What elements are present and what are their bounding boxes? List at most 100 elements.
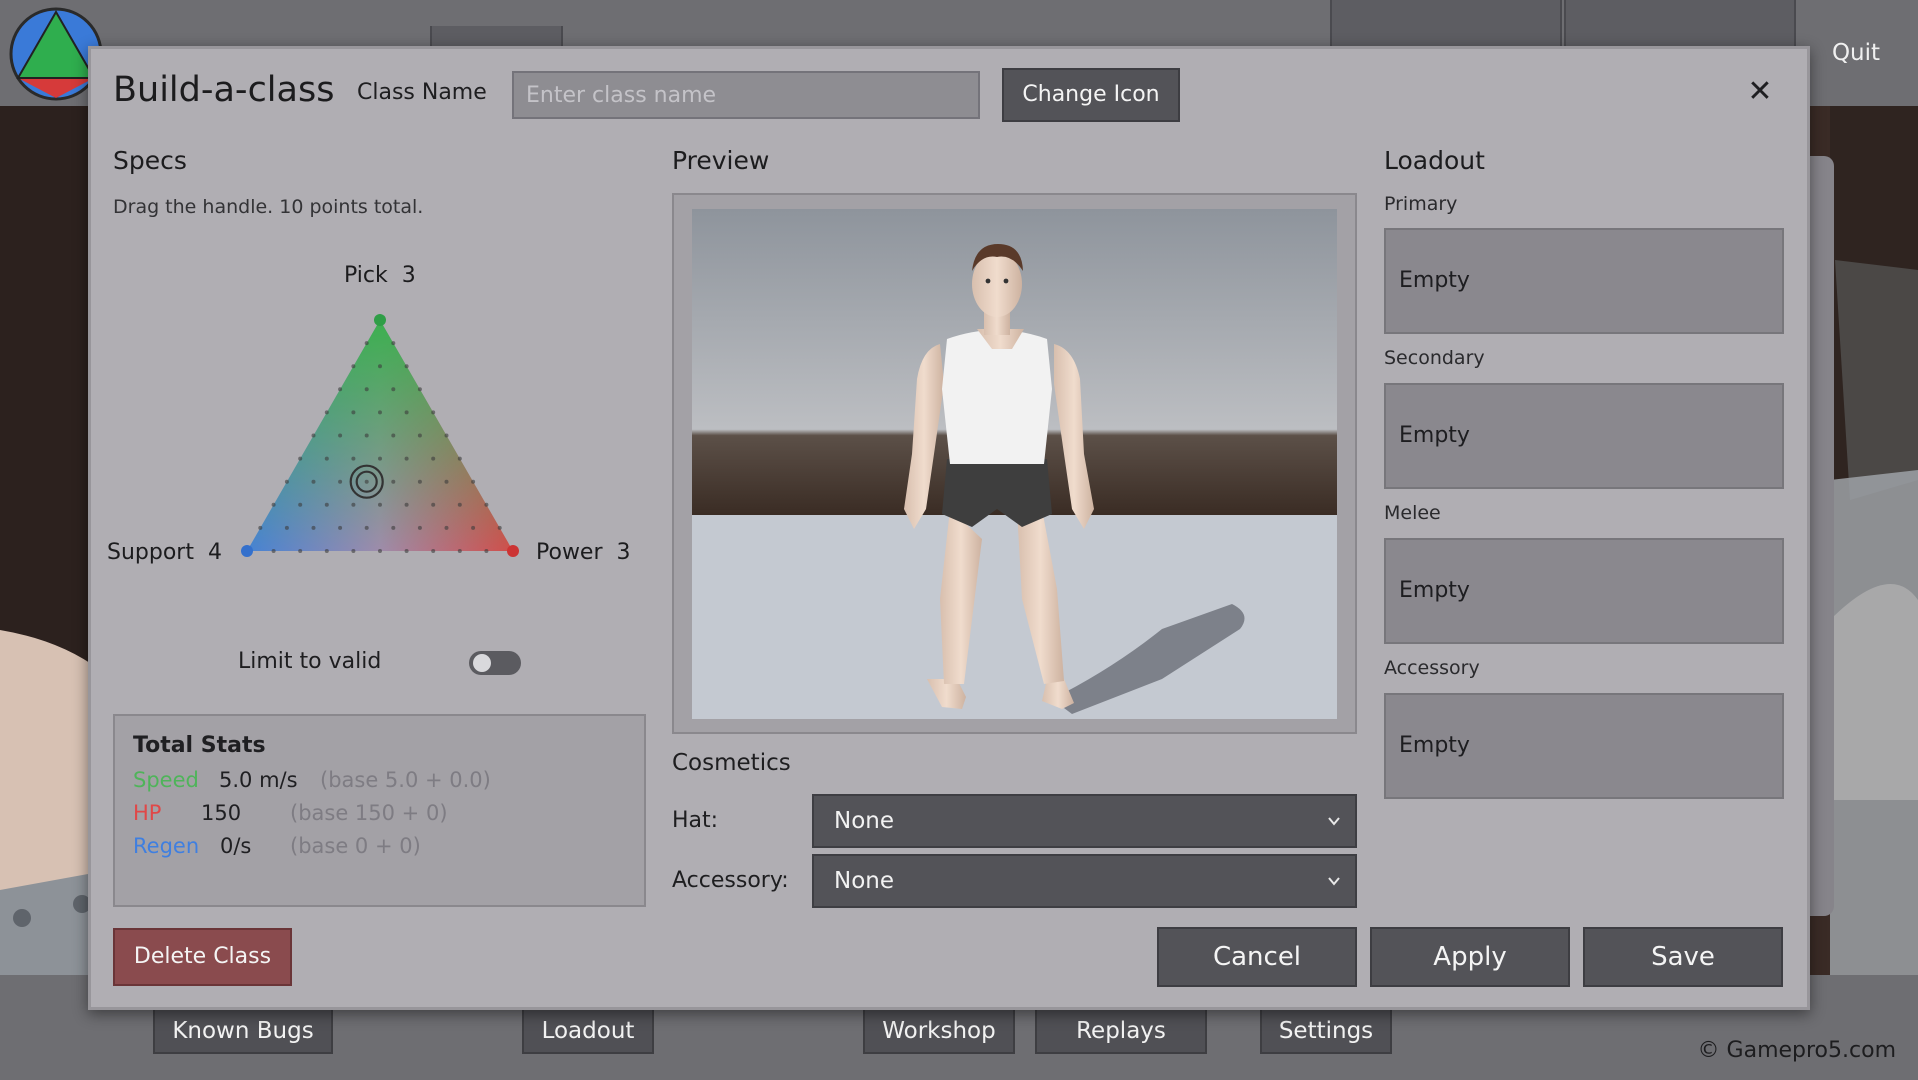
power-vertex-dot [507, 545, 519, 557]
class-name-input[interactable] [512, 71, 980, 119]
grid-dot [298, 456, 303, 461]
grid-dot [364, 433, 369, 438]
loadout-title: Loadout [1384, 146, 1485, 175]
grid-dot [351, 502, 356, 507]
accessory-select[interactable]: None [812, 854, 1357, 908]
grid-dot [391, 387, 396, 392]
grid-dot [378, 502, 382, 507]
grid-dot [364, 387, 369, 392]
grid-dot [417, 387, 422, 392]
grid-dot [444, 525, 449, 530]
grid-dot [364, 479, 369, 484]
grid-dot [484, 549, 489, 553]
support-vertex-dot [241, 545, 253, 557]
grid-dot [258, 525, 263, 530]
grid-dot [364, 525, 369, 530]
accessory-slot[interactable]: Empty [1384, 693, 1784, 799]
grid-dot [431, 456, 436, 461]
spec-triangle[interactable] [230, 305, 530, 575]
grid-dot [391, 479, 396, 484]
dialog-title: Build-a-class [113, 70, 335, 110]
regen-stat-base: (base 0 + 0) [290, 834, 421, 858]
top-tab[interactable] [1564, 0, 1796, 50]
support-label-text: Support [107, 540, 194, 565]
grid-dot [338, 479, 343, 484]
power-value: 3 [616, 540, 631, 565]
quit-button[interactable]: Quit [1796, 30, 1916, 76]
class-name-label: Class Name [357, 80, 487, 105]
grid-dot [431, 502, 436, 507]
power-label-text: Power [536, 540, 603, 565]
specs-hint: Drag the handle. 10 points total. [113, 196, 424, 218]
hat-select[interactable]: None [812, 794, 1357, 848]
grid-dot [391, 433, 396, 438]
grid-dot [431, 549, 436, 553]
copyright-text: © Gamepro5.com [1697, 1038, 1896, 1063]
total-stats-title: Total Stats [133, 733, 266, 758]
accessory-slot-label: Accessory [1384, 657, 1480, 679]
grid-dot [298, 502, 303, 507]
grid-dot [378, 364, 382, 369]
support-value: 4 [207, 540, 222, 565]
grid-dot [457, 456, 462, 461]
grid-dot [351, 410, 356, 415]
grid-dot [338, 525, 343, 530]
grid-dot [378, 410, 382, 415]
pick-value: 3 [401, 263, 416, 288]
pick-vertex-dot [374, 314, 386, 326]
grid-dot [417, 525, 422, 530]
grid-dot [444, 479, 449, 484]
grid-dot [351, 456, 356, 461]
grid-dot [497, 525, 502, 530]
grid-dot [284, 525, 289, 530]
hp-stat-name: HP [133, 801, 162, 825]
dialog-side-panel [1808, 156, 1834, 916]
grid-dot [457, 549, 462, 553]
loadout-nav-button[interactable]: Loadout [522, 1008, 654, 1054]
settings-button[interactable]: Settings [1260, 1008, 1392, 1054]
grid-dot [444, 433, 449, 438]
save-button[interactable]: Save [1583, 927, 1783, 987]
limit-to-valid-toggle[interactable] [469, 651, 521, 675]
delete-class-button[interactable]: Delete Class [113, 928, 292, 986]
workshop-button[interactable]: Workshop [863, 1008, 1015, 1054]
limit-to-valid-label: Limit to valid [238, 649, 382, 674]
change-icon-button[interactable]: Change Icon [1002, 68, 1180, 122]
cosmetics-title: Cosmetics [672, 750, 791, 776]
grid-dot [324, 549, 329, 553]
cancel-button[interactable]: Cancel [1157, 927, 1357, 987]
hat-select-value: None [834, 808, 895, 834]
grid-dot [364, 341, 369, 346]
primary-slot[interactable]: Empty [1384, 228, 1784, 334]
close-icon[interactable]: ✕ [1742, 74, 1778, 110]
grid-dot [391, 525, 396, 530]
grid-dot [351, 549, 356, 553]
top-tab[interactable] [1330, 0, 1562, 50]
grid-dot [324, 456, 329, 461]
grid-dot [338, 387, 343, 392]
replays-button[interactable]: Replays [1035, 1008, 1207, 1054]
power-label: Power 3 [536, 540, 631, 565]
regen-stat-value: 0/s [220, 834, 252, 858]
grid-dot [431, 410, 436, 415]
hp-stat-base: (base 150 + 0) [290, 801, 448, 825]
melee-slot[interactable]: Empty [1384, 538, 1784, 644]
grid-dot [404, 549, 409, 553]
character-model-render [692, 209, 1337, 719]
toggle-knob [473, 654, 491, 672]
chevron-down-icon [1328, 817, 1340, 826]
apply-button[interactable]: Apply [1370, 927, 1570, 987]
grid-dot [471, 479, 476, 484]
grid-dot [298, 549, 303, 553]
secondary-slot-label: Secondary [1384, 347, 1485, 369]
grid-dot [338, 433, 343, 438]
speed-stat-base: (base 5.0 + 0.0) [320, 768, 491, 792]
primary-slot-label: Primary [1384, 193, 1458, 215]
character-preview[interactable] [692, 209, 1337, 719]
known-bugs-button[interactable]: Known Bugs [153, 1008, 333, 1054]
grid-dot [391, 341, 396, 346]
secondary-slot[interactable]: Empty [1384, 383, 1784, 489]
grid-dot [311, 525, 316, 530]
speed-stat-name: Speed [133, 768, 199, 792]
support-label: Support 4 [107, 540, 222, 565]
